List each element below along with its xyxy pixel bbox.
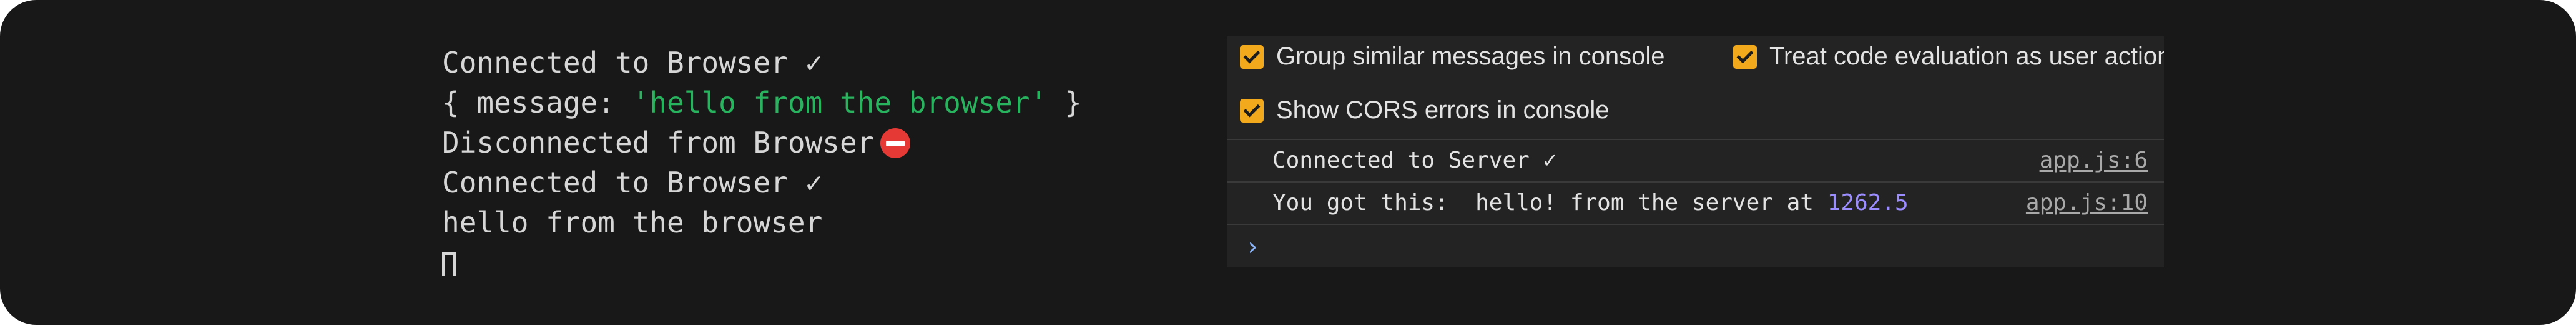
checkbox-checked-icon[interactable] xyxy=(1240,45,1264,69)
console-message-text: Connected to Server ✓ xyxy=(1272,148,1557,173)
terminal-line: hello from the browser xyxy=(442,206,823,239)
console-message: Connected to Server ✓ app.js:6 xyxy=(1227,139,2164,182)
checkbox-checked-icon[interactable] xyxy=(1733,45,1757,69)
cursor-icon xyxy=(442,252,456,276)
screenshot-frame: Connected to Browser ✓ { message: 'hello… xyxy=(0,0,2576,325)
setting-label: Show CORS errors in console xyxy=(1276,96,1610,124)
setting-group-similar[interactable]: Group similar messages in console xyxy=(1240,38,1664,75)
checkbox-checked-icon[interactable] xyxy=(1240,99,1264,122)
console-settings: Group similar messages in console Treat … xyxy=(1227,36,2164,139)
no-entry-icon xyxy=(880,128,911,158)
setting-label: Treat code evaluation as user action xyxy=(1769,42,2164,70)
chevron-right-icon: › xyxy=(1245,232,1261,261)
setting-label: Group similar messages in console xyxy=(1276,42,1665,70)
console-message-text: You got this: hello! from the server at … xyxy=(1272,190,1909,216)
console-prompt[interactable]: › xyxy=(1227,224,2164,268)
terminal-line xyxy=(442,242,1082,282)
setting-show-cors-errors[interactable]: Show CORS errors in console xyxy=(1240,91,1610,129)
source-link[interactable]: app.js:6 xyxy=(2040,140,2148,181)
terminal-string: 'hello from the browser' xyxy=(632,86,1048,119)
terminal-line: Connected to Browser ✓ xyxy=(442,46,823,79)
devtools-console: Group similar messages in console Treat … xyxy=(1227,36,2164,268)
setting-treat-code-evaluation[interactable]: Treat code evaluation as user action xyxy=(1733,38,2164,75)
terminal-line: Connected to Browser ✓ xyxy=(442,166,823,199)
terminal-output: Connected to Browser ✓ { message: 'hello… xyxy=(442,42,1082,282)
terminal-line: Disconnected from Browser xyxy=(442,122,1082,162)
console-number: 1262.5 xyxy=(1827,190,1909,216)
source-link[interactable]: app.js:10 xyxy=(2026,182,2148,224)
console-message: You got this: hello! from the server at … xyxy=(1227,181,2164,225)
terminal-line: { message: 'hello from the browser' } xyxy=(442,86,1082,119)
